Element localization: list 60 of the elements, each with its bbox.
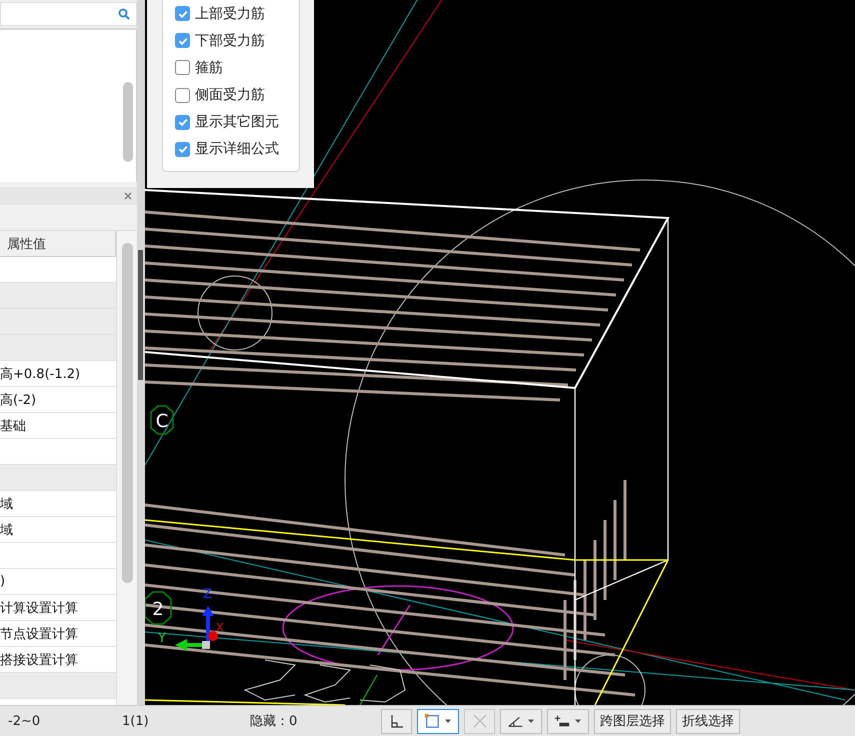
option-checkbox[interactable]: 箍筋 [175,58,299,77]
close-icon[interactable] [124,192,132,200]
splitter-handle[interactable] [138,250,143,380]
checkbox-label: 箍筋 [195,58,223,77]
plus-line-icon [554,713,570,729]
orthogonal-button[interactable] [381,708,412,734]
select-mode-button[interactable]: 跨图层选择 [594,708,671,734]
group-row[interactable] [0,283,116,309]
property-value-cell[interactable]: 高(-2) [0,387,116,413]
corner-icon [388,713,404,729]
property-value-cell[interactable]: 域 [0,517,116,543]
axis-gizmo-icon [175,606,218,651]
check-icon [176,116,188,128]
property-value-cell[interactable]: 基础 [0,413,116,439]
search-field[interactable] [0,2,137,26]
checkbox-label: 显示详细公式 [195,140,279,158]
checkbox[interactable] [175,60,190,76]
option-checkbox[interactable]: 上部受力筋 [175,4,299,23]
search-icon[interactable] [118,8,130,20]
option-checkbox[interactable]: 显示详细公式 [175,140,299,158]
property-value-cell[interactable]: ) [0,569,116,595]
property-value-cell[interactable]: 节点设置计算 [0,621,116,647]
property-value-cell[interactable]: 高+0.8(-1.2) [0,361,116,387]
caret-icon [574,717,582,725]
axis-label: X [216,621,224,634]
checkbox-label: 侧面受力筋 [195,86,265,104]
selection-count-text: 1(1) [122,714,149,728]
checkbox-label: 显示其它图元 [195,113,279,132]
checkbox[interactable] [175,6,190,22]
check-icon [176,143,188,156]
checkbox[interactable] [175,142,190,157]
cross-icon [472,713,488,729]
group-row[interactable] [0,465,116,491]
scrollbar-thumb[interactable] [123,82,133,162]
axis-label: Y [158,631,166,646]
floor-range-text: -2~0 [8,714,40,728]
group-row[interactable] [0,673,116,699]
select-box-icon [424,713,440,729]
offset-button[interactable] [547,708,589,734]
caret-icon [527,717,535,725]
checkbox-label: 下部受力筋 [195,32,265,50]
select-box-button[interactable] [417,708,459,734]
scrollbar-thumb[interactable] [122,243,134,583]
checkbox[interactable] [175,88,190,103]
axis-label: C [156,411,168,432]
checkbox[interactable] [175,114,190,130]
option-checkbox[interactable]: 侧面受力筋 [175,86,299,104]
property-value-cell[interactable]: 域 [0,491,116,517]
checkbox[interactable] [175,33,190,48]
select-mode-button[interactable]: 折线选择 [676,708,740,734]
checkbox-label: 上部受力筋 [195,4,265,23]
option-checkbox[interactable]: 显示其它图元 [175,113,299,132]
angle-button[interactable] [500,708,542,734]
column-header: 属性值 [0,231,116,257]
hidden-count-text: 隐藏：0 [250,713,298,730]
caret-icon [444,717,452,725]
cross-button[interactable] [464,708,495,734]
option-checkbox[interactable]: 下部受力筋 [175,32,299,50]
group-row[interactable] [0,335,116,361]
property-value-cell[interactable]: 计算设置计算 [0,595,116,621]
